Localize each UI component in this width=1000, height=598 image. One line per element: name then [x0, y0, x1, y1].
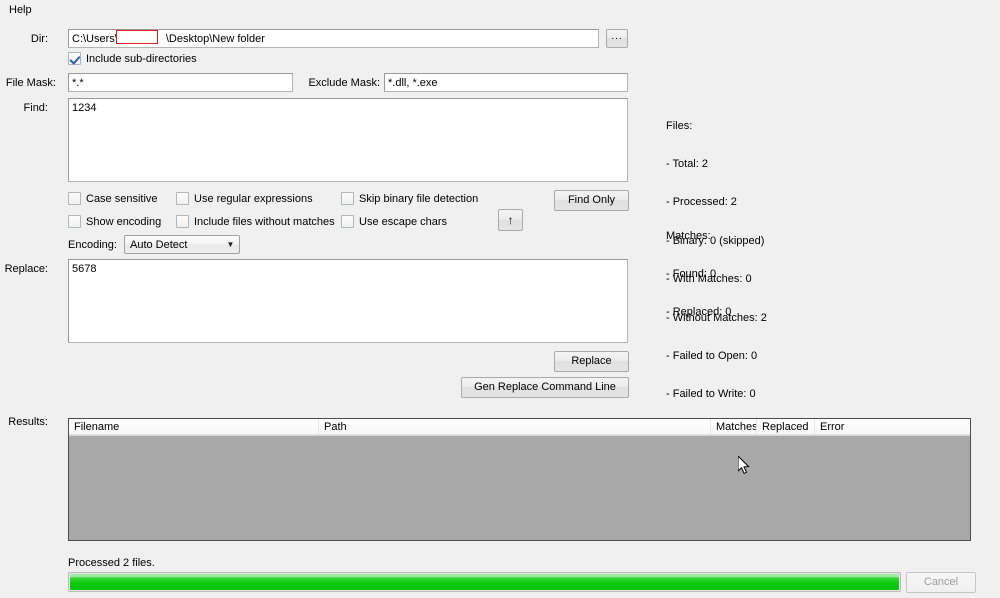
results-column-path[interactable]: Path [319, 419, 711, 435]
results-column-filename[interactable]: Filename [69, 419, 319, 435]
checkbox-box-icon [176, 215, 189, 228]
checkbox-label: Skip binary file detection [359, 192, 479, 205]
replace-button[interactable]: Replace [554, 351, 629, 372]
checkbox-label: Use escape chars [359, 215, 448, 228]
menu-item-help[interactable]: Help [5, 3, 36, 17]
dir-value-prefix: C:\Users\ [72, 33, 118, 45]
checkbox-use-regular-expressions[interactable]: Use regular expressions [176, 192, 313, 205]
encoding-label: Encoding: [68, 239, 117, 251]
encoding-select[interactable]: Auto Detect ▼ [124, 235, 240, 254]
replace-label: Replace: [4, 263, 48, 275]
chevron-down-icon: ▼ [226, 240, 235, 249]
checkbox-label: Case sensitive [86, 192, 158, 205]
exclude-mask-input[interactable]: *.dll, *.exe [384, 73, 628, 92]
results-label: Results: [8, 416, 48, 428]
checkbox-label: Include sub-directories [86, 52, 197, 65]
file-mask-label: File Mask: [5, 77, 56, 89]
progress-bar [68, 572, 901, 592]
find-textarea[interactable]: 1234 [68, 98, 628, 182]
results-body[interactable] [69, 436, 970, 540]
encoding-select-value: Auto Detect [130, 238, 188, 251]
file-mask-input[interactable]: *.* [68, 73, 293, 92]
checkbox-show-encoding[interactable]: Show encoding [68, 215, 161, 228]
checkbox-label: Include files without matches [194, 215, 335, 228]
checkbox-box-icon [68, 215, 81, 228]
checkbox-skip-binary-file-detection[interactable]: Skip binary file detection [341, 192, 478, 205]
checkbox-box-icon [341, 215, 354, 228]
results-header-row: Filename Path Matches Replaced Error [69, 419, 970, 436]
dir-value-suffix: \Desktop\New folder [165, 33, 265, 45]
checkbox-include-files-without-matches[interactable]: Include files without matches [176, 215, 335, 228]
checkbox-box-icon [68, 192, 81, 205]
matches-stat-replaced: - Replaced: 0 [666, 306, 732, 319]
username-redaction-box [116, 30, 158, 44]
progress-bar-fill [70, 574, 899, 590]
checkbox-use-escape-chars[interactable]: Use escape chars [341, 215, 447, 228]
gen-replace-command-line-button[interactable]: Gen Replace Command Line [461, 377, 629, 398]
exclude-mask-label: Exclude Mask: [308, 77, 380, 89]
checkbox-label: Use regular expressions [194, 192, 313, 205]
checkbox-case-sensitive[interactable]: Case sensitive [68, 192, 158, 205]
swap-find-replace-button[interactable]: ↑ [498, 209, 523, 231]
files-stat-failed-to-open: - Failed to Open: 0 [666, 349, 758, 362]
browse-dir-button[interactable]: ... [606, 29, 628, 48]
results-column-error[interactable]: Error [815, 419, 953, 435]
menu-bar: Help [0, 0, 1000, 20]
matches-stat-found: - Found: 0 [666, 267, 717, 280]
matches-stats-panel: Matches: - Found: 0 - Replaced: 0 [666, 204, 731, 332]
results-column-replaced[interactable]: Replaced [757, 419, 815, 435]
results-list[interactable]: Filename Path Matches Replaced Error [68, 418, 971, 541]
files-stats-heading: Files: [666, 119, 693, 132]
find-only-button[interactable]: Find Only [554, 190, 629, 211]
dir-label: Dir: [30, 33, 48, 45]
checkbox-box-icon [176, 192, 189, 205]
files-stat-failed-to-write: - Failed to Write: 0 [666, 388, 756, 401]
checkbox-label: Show encoding [86, 215, 162, 228]
matches-stats-heading: Matches: [666, 229, 711, 242]
checkbox-include-subdirectories[interactable]: Include sub-directories [68, 52, 197, 65]
checkbox-box-icon [68, 52, 81, 65]
cancel-button[interactable]: Cancel [906, 572, 976, 593]
checkbox-box-icon [341, 192, 354, 205]
find-label: Find: [23, 102, 48, 114]
status-text: Processed 2 files. [68, 557, 155, 569]
results-column-matches[interactable]: Matches [711, 419, 757, 435]
replace-textarea[interactable]: 5678 [68, 259, 628, 343]
files-stat-total: - Total: 2 [666, 157, 708, 170]
